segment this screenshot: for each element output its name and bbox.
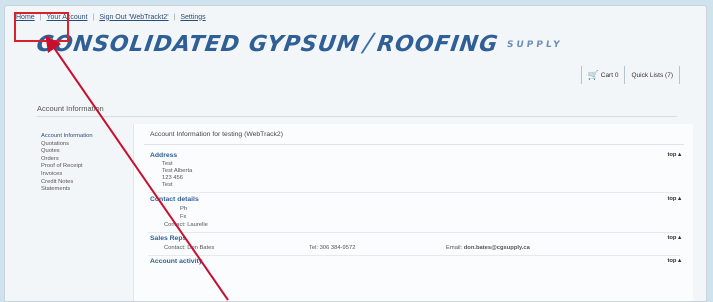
top-link[interactable]: top ▴	[667, 152, 681, 158]
page-title: Account Information	[37, 104, 104, 113]
nav-sign-out-link[interactable]: Sign Out 'WebTrackt2'	[94, 14, 173, 21]
address-line: Test	[162, 182, 173, 188]
address-line: Test	[162, 161, 173, 167]
sidebar-item-statements[interactable]: Statements	[41, 186, 93, 194]
divider	[144, 144, 684, 145]
quick-lists-button[interactable]: Quick Lists (7)	[624, 66, 680, 84]
sales-rep-email: Email: don.bates@cgsupply.ca	[446, 245, 530, 251]
sidebar-item-quotations[interactable]: Quotations	[41, 141, 93, 149]
cart-icon: 🛒	[587, 69, 599, 80]
divider	[148, 232, 680, 233]
logo-text-roofing: ROOFING	[375, 32, 500, 57]
contact-fax: Fx	[180, 214, 187, 220]
sales-rep-tel: Tel: 306 384-9572	[309, 245, 356, 251]
sidebar-item-proof-of-receipt[interactable]: Proof of Receipt	[41, 163, 93, 171]
logo-supply: SUPPLY	[506, 40, 564, 50]
contact-phone: Ph	[180, 206, 188, 212]
top-link-label: top	[667, 152, 677, 158]
sidebar-item-invoices[interactable]: Invoices	[41, 171, 93, 179]
address-heading: Address	[150, 152, 178, 159]
top-link-label: top	[667, 196, 677, 202]
top-link-label: top	[667, 235, 677, 241]
top-link[interactable]: top ▴	[667, 258, 681, 264]
main-title: Account Information for testing (WebTrac…	[150, 131, 283, 138]
top-link-label: top	[667, 258, 677, 264]
sidebar-item-quotes[interactable]: Quotes	[41, 148, 93, 156]
cart-label: Cart 0	[600, 71, 619, 79]
nav-settings-link[interactable]: Settings	[175, 14, 210, 21]
sales-rep-email-address[interactable]: don.bates@cgsupply.ca	[464, 245, 530, 251]
cart-button[interactable]: 🛒 Cart 0	[580, 66, 625, 84]
contact-details-heading: Contact details	[150, 196, 199, 203]
top-link[interactable]: top ▴	[667, 235, 681, 241]
logo-text-gypsum: CONSOLIDATED GYPSUM	[34, 32, 362, 57]
sales-rep-contact: Contact: Don Bates	[164, 245, 215, 251]
account-activity-heading: Account activity	[150, 258, 203, 265]
sidebar-item-orders[interactable]: Orders	[41, 156, 93, 164]
sidebar: Account Information Quotations Quotes Or…	[41, 133, 93, 194]
sales-reps-heading: Sales Reps	[150, 235, 187, 242]
divider	[37, 116, 677, 117]
sales-rep-email-label: Email:	[446, 245, 463, 251]
cart-bar: 🛒 Cart 0 Quick Lists (7)	[580, 66, 680, 84]
sidebar-item-account-information[interactable]: Account Information	[41, 133, 93, 141]
main-content: Account Information for testing (WebTrac…	[133, 124, 693, 301]
sidebar-item-credit-notes[interactable]: Credit Notes	[41, 179, 93, 187]
address-line: Test Alberta	[162, 168, 193, 174]
browser-frame: Home | Your Account | Sign Out 'WebTrack…	[4, 5, 707, 302]
divider	[148, 192, 680, 193]
company-logo[interactable]: CONSOLIDATED GYPSUM/ROOFING SUPPLY	[35, 28, 565, 57]
top-link[interactable]: top ▴	[667, 196, 681, 202]
contact-person: Contact: Laurelle	[164, 222, 208, 228]
quick-lists-label: Quick Lists (7)	[631, 71, 673, 79]
divider	[148, 255, 680, 256]
logo-slash: /	[361, 28, 376, 57]
home-highlight-box	[14, 12, 69, 42]
address-line: 123 456	[162, 175, 183, 181]
